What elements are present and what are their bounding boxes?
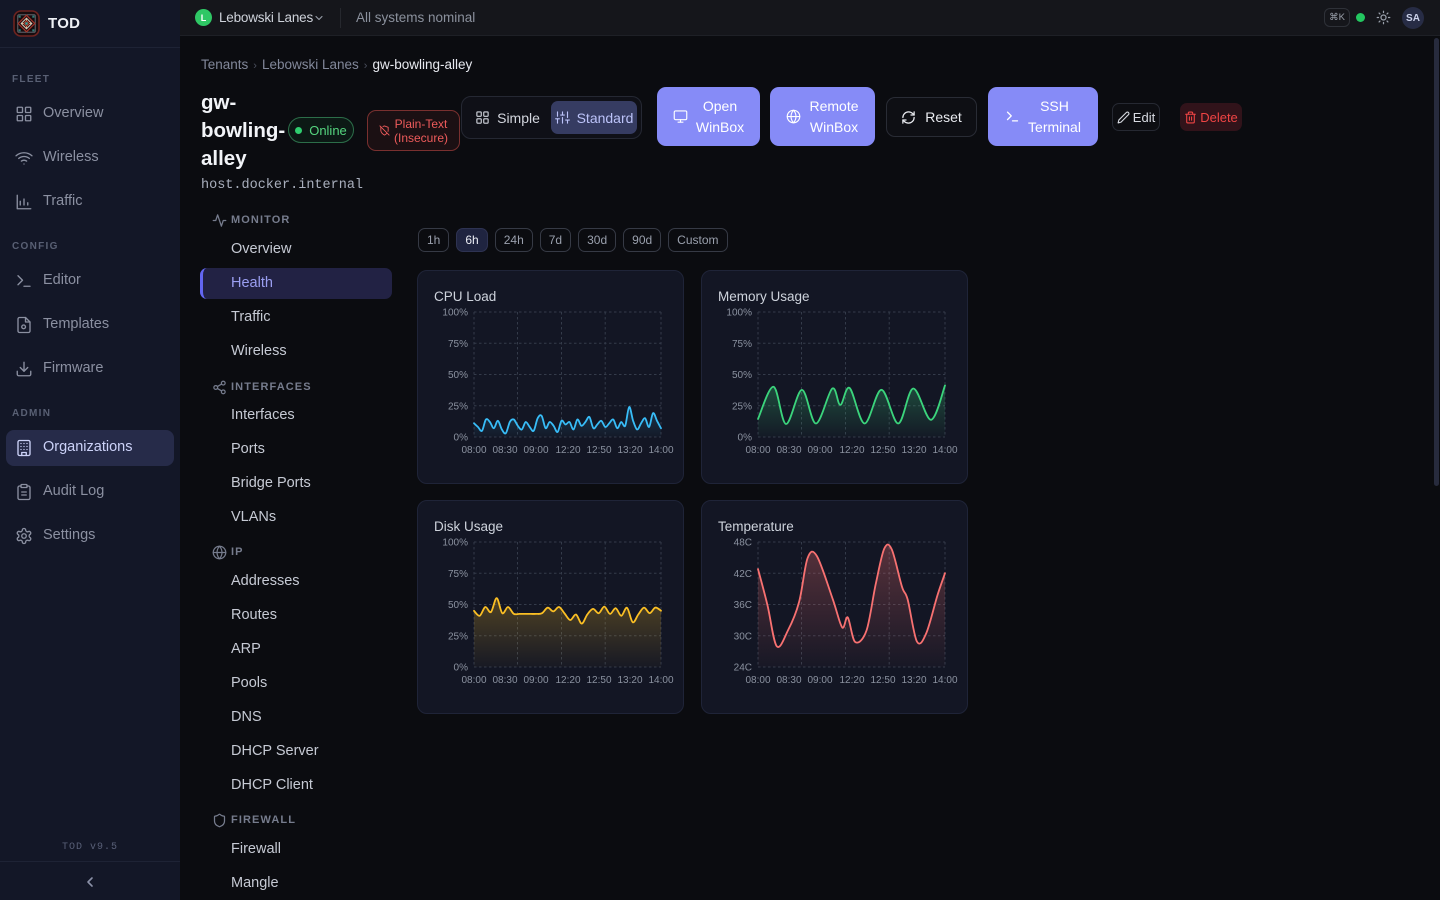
svg-text:25%: 25% <box>448 631 468 642</box>
svg-text:13:20: 13:20 <box>617 675 642 686</box>
svg-text:08:00: 08:00 <box>461 675 486 686</box>
svg-text:14:00: 14:00 <box>648 675 673 686</box>
svg-text:25%: 25% <box>448 401 468 412</box>
svg-text:14:00: 14:00 <box>648 445 673 456</box>
svg-text:09:00: 09:00 <box>807 445 832 456</box>
svg-text:08:30: 08:30 <box>492 445 517 456</box>
svg-text:0%: 0% <box>738 433 753 444</box>
svg-text:100%: 100% <box>442 308 468 319</box>
svg-text:12:20: 12:20 <box>555 445 580 456</box>
svg-text:0%: 0% <box>454 663 469 674</box>
svg-text:08:00: 08:00 <box>745 445 770 456</box>
svg-text:08:30: 08:30 <box>776 675 801 686</box>
svg-text:50%: 50% <box>732 370 752 381</box>
svg-text:100%: 100% <box>726 308 752 319</box>
svg-text:24C: 24C <box>734 663 752 674</box>
svg-text:08:00: 08:00 <box>745 675 770 686</box>
svg-text:09:00: 09:00 <box>523 445 548 456</box>
svg-text:25%: 25% <box>732 401 752 412</box>
svg-text:12:20: 12:20 <box>839 675 864 686</box>
svg-text:08:30: 08:30 <box>492 675 517 686</box>
svg-text:08:00: 08:00 <box>461 445 486 456</box>
svg-text:12:50: 12:50 <box>870 445 895 456</box>
svg-text:42C: 42C <box>734 569 752 580</box>
svg-text:30C: 30C <box>734 631 752 642</box>
svg-text:08:30: 08:30 <box>776 445 801 456</box>
svg-text:48C: 48C <box>734 538 752 549</box>
svg-text:12:20: 12:20 <box>839 445 864 456</box>
svg-text:09:00: 09:00 <box>523 675 548 686</box>
svg-text:13:20: 13:20 <box>901 445 926 456</box>
svg-text:14:00: 14:00 <box>932 675 957 686</box>
svg-text:12:20: 12:20 <box>555 675 580 686</box>
svg-text:50%: 50% <box>448 370 468 381</box>
svg-text:13:20: 13:20 <box>901 675 926 686</box>
svg-text:36C: 36C <box>734 600 752 611</box>
svg-text:09:00: 09:00 <box>807 675 832 686</box>
svg-text:75%: 75% <box>448 569 468 580</box>
svg-text:12:50: 12:50 <box>586 675 611 686</box>
svg-text:14:00: 14:00 <box>932 445 957 456</box>
svg-text:12:50: 12:50 <box>586 445 611 456</box>
svg-text:50%: 50% <box>448 600 468 611</box>
svg-text:100%: 100% <box>442 538 468 549</box>
svg-text:12:50: 12:50 <box>870 675 895 686</box>
svg-text:0%: 0% <box>454 433 469 444</box>
svg-text:13:20: 13:20 <box>617 445 642 456</box>
svg-text:75%: 75% <box>448 339 468 350</box>
svg-text:75%: 75% <box>732 339 752 350</box>
